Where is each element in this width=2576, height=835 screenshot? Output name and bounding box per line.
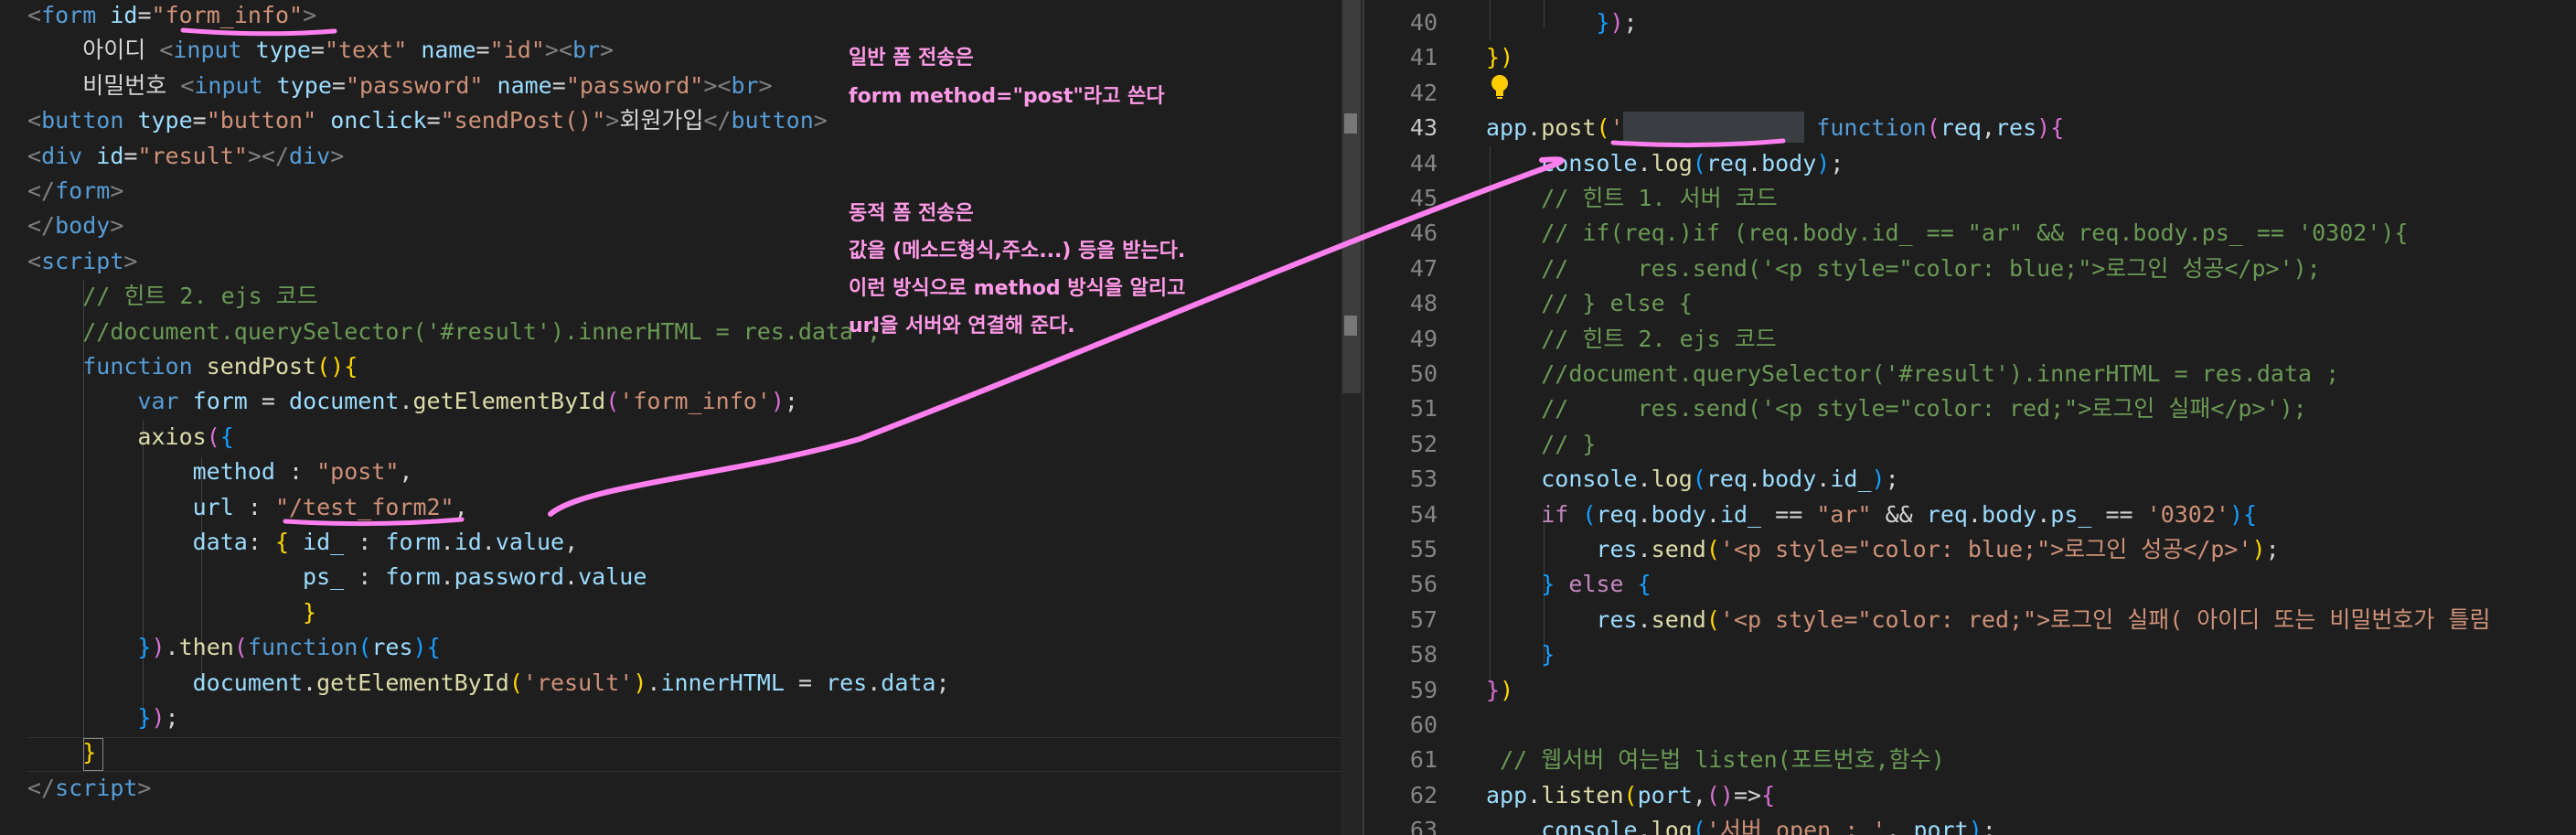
line-number: 61 (1409, 746, 1438, 774)
line-number: 49 (1409, 325, 1438, 352)
code-line[interactable]: document.getElementById('result').innerH… (27, 666, 950, 701)
bracket-match-highlight (83, 738, 103, 771)
code-line[interactable]: if (req.body.id_ == "ar" && req.body.ps_… (1486, 498, 2257, 532)
line-number: 50 (1409, 360, 1438, 387)
annotation-note: 일반 폼 전송은 (849, 47, 974, 70)
line-number: 48 (1409, 290, 1438, 317)
line-number: 52 (1409, 430, 1438, 457)
lightbulb-icon[interactable] (1489, 73, 1511, 101)
code-line[interactable]: }); (27, 701, 178, 735)
code-line[interactable]: // } (1486, 427, 1596, 462)
code-line[interactable]: axios({ (27, 420, 233, 455)
annotation-note: url을 서버와 연결해 준다. (849, 315, 1075, 337)
scroll-marker (1344, 113, 1357, 134)
line-number: 63 (1409, 817, 1438, 835)
line-number: 53 (1409, 466, 1438, 493)
code-line[interactable]: // 힌트 1. 서버 코드 (1486, 181, 1777, 216)
code-line[interactable]: <script> (27, 244, 137, 279)
line-number: 57 (1409, 605, 1438, 633)
code-line[interactable]: // 웹서버 여는법 listen(포트번호,함수) (1486, 743, 1945, 777)
annotation-note: form method="post"라고 쓴다 (849, 85, 1165, 108)
code-line[interactable]: // 힌트 2. ejs 코드 (1486, 322, 1777, 357)
line-number: 45 (1409, 185, 1438, 211)
code-line[interactable]: console.log(req.body); (1486, 146, 1844, 181)
line-number: 58 (1409, 641, 1438, 669)
code-line[interactable]: data: { id_ : form.id.value, (27, 525, 579, 560)
code-line[interactable]: console.log('서버 open : ', port); (1486, 813, 1996, 835)
line-number: 62 (1409, 781, 1438, 808)
code-line[interactable]: <button type="button" onclick="sendPost(… (27, 103, 828, 138)
code-line[interactable]: app.listen(port,()=>{ (1486, 778, 1775, 813)
scroll-marker (1344, 316, 1357, 336)
line-number: 51 (1409, 395, 1438, 423)
code-line[interactable]: </body> (27, 209, 123, 243)
line-number: 44 (1409, 149, 1438, 177)
code-line[interactable]: // 힌트 2. ejs 코드 (27, 279, 318, 314)
code-line[interactable]: // } else { (1486, 286, 1693, 321)
code-line[interactable]: } else { (1486, 567, 1651, 602)
current-line-highlight (27, 737, 1341, 772)
code-line[interactable]: method : "post", (27, 455, 413, 489)
code-line[interactable]: 비밀번호 <input type="password" name="passwo… (27, 69, 772, 103)
line-number: 59 (1409, 676, 1438, 703)
code-line[interactable]: console.log(req.body.id_); (1486, 462, 1898, 497)
code-line[interactable]: } (27, 595, 316, 630)
code-line[interactable]: res.send('<p style="color: red;">로그인 실패(… (1486, 603, 2490, 637)
code-line[interactable]: }) (1486, 40, 1513, 75)
code-line[interactable]: }) (1486, 673, 1513, 708)
line-number: 41 (1409, 44, 1438, 71)
code-line[interactable]: var form = document.getElementById('form… (27, 384, 798, 419)
code-line[interactable]: // res.send('<p style="color: red;">로그인 … (1486, 391, 2306, 426)
code-line[interactable]: res.send('<p style="color: blue;">로그인 성공… (1486, 532, 2279, 567)
annotation-note: 값을 (메소드형식,주소...) 등을 받는다. (849, 240, 1186, 262)
line-number: 42 (1409, 79, 1438, 106)
code-line[interactable]: </script> (27, 771, 151, 806)
code-line[interactable]: </form> (27, 174, 123, 209)
line-number: 60 (1409, 712, 1438, 738)
code-line[interactable]: <div id="result"></div> (27, 139, 344, 174)
left-editor-pane[interactable]: <form id="form_info"> 아이디 <input type="t… (0, 0, 1341, 835)
code-line[interactable]: function sendPost(){ (27, 349, 358, 384)
code-line[interactable]: // if(req.)if (req.body.id_ == "ar" && r… (1486, 216, 2408, 251)
code-line[interactable]: // res.send('<p style="color: blue;">로그인… (1486, 252, 2321, 286)
line-number: 56 (1409, 571, 1438, 598)
code-line[interactable]: 아이디 <input type="text" name="id"><br> (27, 33, 614, 68)
annotation-note: 이런 방식으로 method 방식을 알리고 (849, 277, 1186, 300)
code-line[interactable]: }); (1486, 5, 1637, 40)
line-number: 55 (1409, 536, 1438, 562)
line-number: 54 (1409, 500, 1438, 528)
code-line[interactable]: url : "/test_form2", (27, 490, 468, 525)
annotation-note: 동적 폼 전송은 (849, 202, 974, 225)
line-number: 46 (1409, 219, 1438, 247)
code-line[interactable]: //document.querySelector('#result').inne… (27, 315, 881, 349)
selection-highlight (1623, 112, 1804, 143)
line-number: 40 (1409, 9, 1438, 36)
code-line[interactable]: ps_ : form.password.value (27, 560, 647, 594)
code-line[interactable]: }).then(function(res){ (27, 630, 440, 665)
line-number: 47 (1409, 254, 1438, 282)
code-line[interactable]: <form id="form_info"> (27, 0, 316, 33)
right-editor-pane[interactable]: 40 41 42 43 44 45 46 47 48 49 50 51 52 53 54 55 56 57 58 59… (1364, 0, 2576, 835)
line-number: 43 (1409, 114, 1438, 142)
code-line[interactable]: //document.querySelector('#result').inne… (1486, 357, 2339, 391)
code-line[interactable]: } (1486, 637, 1555, 672)
